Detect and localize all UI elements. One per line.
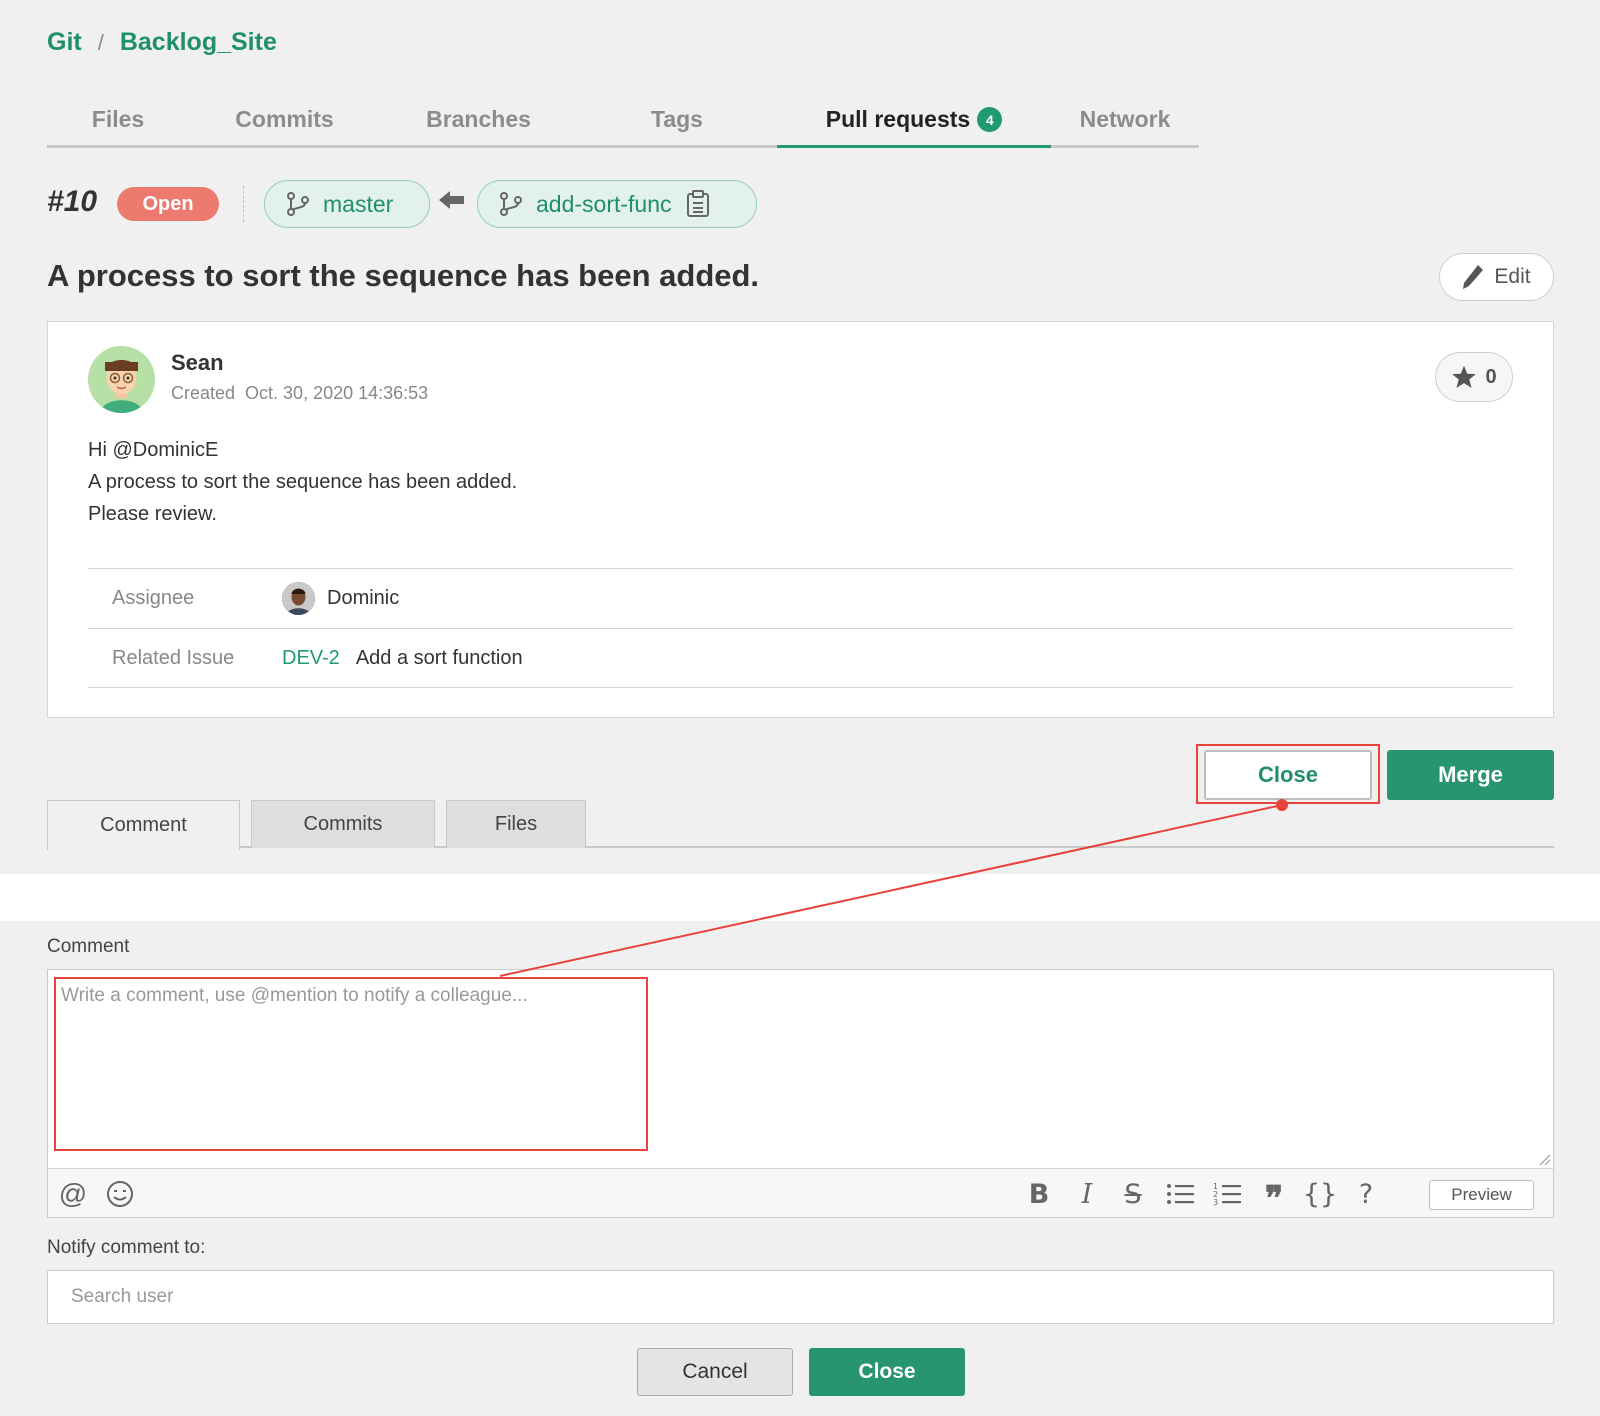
breadcrumb: Git / Backlog_Site	[47, 28, 277, 57]
tab-label: Commits	[303, 813, 383, 835]
notify-label: Notify comment to:	[47, 1237, 206, 1258]
copy-clipboard-icon[interactable]	[686, 190, 710, 218]
repo-tabs: Files Commits Branches Tags Pull request…	[47, 94, 1199, 148]
pencil-icon	[1463, 265, 1484, 289]
tab-branches[interactable]: Branches	[380, 94, 577, 145]
merge-button[interactable]: Merge	[1387, 750, 1554, 800]
created-value: Oct. 30, 2020 14:36:53	[245, 383, 429, 403]
tab-tags[interactable]: Tags	[577, 94, 777, 145]
base-branch-name: master	[323, 190, 394, 217]
preview-button[interactable]: Preview	[1429, 1180, 1534, 1210]
mention-icon[interactable]: @	[58, 1178, 88, 1209]
tab-network[interactable]: Network	[1051, 94, 1199, 145]
tab-label: Pull requests	[825, 106, 971, 132]
status-badge: Open	[117, 187, 219, 221]
quote-icon[interactable]: ❞	[1259, 1179, 1289, 1219]
related-issue-title: Add a sort function	[355, 646, 523, 669]
merge-direction-arrow-icon	[439, 191, 464, 209]
tab-label: Files	[494, 813, 538, 835]
star-count: 0	[1485, 365, 1497, 388]
pull-request-description-card: Sean Created Oct. 30, 2020 14:36:53 0 Hi …	[47, 321, 1554, 718]
assignee-row: Assignee Dominic	[88, 568, 1513, 628]
related-issue-link[interactable]: DEV-2	[282, 647, 340, 670]
star-button[interactable]: 0	[1435, 352, 1513, 402]
pull-requests-count-badge: 4	[977, 107, 1003, 132]
code-icon[interactable]: {}	[1303, 1179, 1337, 1210]
help-icon[interactable]: ?	[1351, 1179, 1381, 1210]
assignee-avatar	[282, 582, 315, 615]
strikethrough-icon[interactable]: S	[1118, 1179, 1148, 1210]
related-issue-value: DEV-2 Add a sort function	[282, 647, 523, 670]
cancel-button[interactable]: Cancel	[637, 1348, 793, 1396]
description-body: Hi @DominicE A process to sort the seque…	[88, 434, 517, 530]
description-line: A process to sort the sequence has been …	[88, 471, 518, 493]
numbered-list-icon[interactable]: 1 2 3	[1212, 1179, 1242, 1209]
breadcrumb-separator: /	[97, 29, 104, 55]
tab-label: Tags	[651, 106, 703, 132]
created-label: Created	[171, 383, 236, 403]
resize-handle-icon[interactable]	[1539, 1154, 1551, 1166]
tab-label: Commits	[235, 106, 334, 132]
breadcrumb-git-link[interactable]: Git	[47, 28, 82, 57]
search-user-input[interactable]	[47, 1270, 1554, 1324]
page-title: A process to sort the sequence has been …	[47, 258, 760, 293]
pull-request-sub-tabs: Comment Commits Files	[47, 800, 1554, 850]
pull-request-metadata: Assignee Dominic Related Issue DEV-2 Add…	[88, 568, 1513, 688]
head-branch-pill[interactable]: add-sort-func	[477, 180, 757, 228]
avatar	[88, 346, 155, 413]
comment-textarea[interactable]	[48, 970, 1553, 1168]
author-name[interactable]: Sean	[171, 350, 224, 376]
tab-pull-request-files[interactable]: Files	[446, 800, 586, 848]
comment-editor: @ B I S 1 2 3 ❞ {} ? Preview	[47, 969, 1554, 1219]
comment-label: Comment	[47, 936, 130, 957]
confirm-close-button[interactable]: Close	[809, 1348, 965, 1396]
branch-icon	[287, 192, 309, 216]
tab-label: Files	[91, 106, 145, 132]
head-branch-name: add-sort-func	[536, 190, 672, 217]
tab-files[interactable]: Files	[47, 94, 189, 145]
breadcrumb-repo-link[interactable]: Backlog_Site	[120, 28, 277, 57]
assignee-label: Assignee	[112, 587, 195, 609]
italic-icon[interactable]: I	[1072, 1179, 1102, 1210]
edit-button[interactable]: Edit	[1439, 253, 1554, 301]
comment-toolbar: @ B I S 1 2 3 ❞ {} ? Preview	[48, 1168, 1553, 1219]
bulleted-list-icon[interactable]	[1165, 1179, 1195, 1209]
tab-pull-requests[interactable]: Pull requests 4	[777, 94, 1051, 148]
description-line: Hi @DominicE	[88, 439, 219, 461]
header-divider	[243, 186, 244, 222]
tab-label: Branches	[426, 106, 531, 132]
created-timestamp: Created Oct. 30, 2020 14:36:53	[171, 383, 428, 404]
tab-comment[interactable]: Comment	[47, 800, 240, 850]
related-issue-label: Related Issue	[112, 646, 235, 669]
tab-label: Network	[1079, 106, 1171, 132]
bold-icon[interactable]: B	[1024, 1179, 1054, 1210]
assignee-value: Dominic	[282, 582, 399, 615]
emoji-icon[interactable]	[105, 1179, 135, 1209]
tab-label: Comment	[100, 814, 187, 836]
tab-commits[interactable]: Commits	[189, 94, 380, 145]
assignee-name[interactable]: Dominic	[327, 587, 399, 610]
base-branch-pill[interactable]: master	[264, 180, 430, 228]
pull-request-number: #10	[47, 185, 98, 218]
related-issue-row: Related Issue DEV-2 Add a sort function	[88, 628, 1513, 688]
svg-text:3: 3	[1213, 1198, 1218, 1207]
tab-pull-request-commits[interactable]: Commits	[251, 800, 435, 848]
star-icon	[1452, 365, 1477, 388]
close-pull-request-button[interactable]: Close	[1204, 750, 1372, 800]
branch-icon	[500, 192, 522, 216]
edit-button-label: Edit	[1494, 265, 1531, 288]
description-line: Please review.	[88, 503, 217, 525]
